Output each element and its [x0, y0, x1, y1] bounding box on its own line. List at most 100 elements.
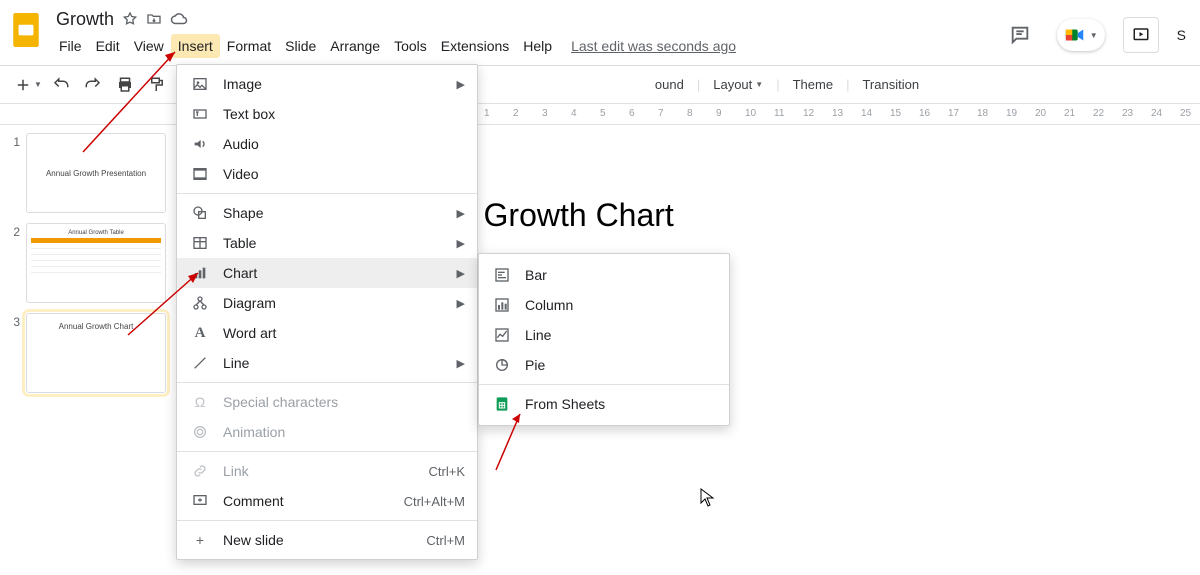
- chevron-down-icon[interactable]: ▼: [34, 80, 42, 89]
- comment-icon: [191, 493, 209, 509]
- insert-line[interactable]: Line▶: [177, 348, 477, 378]
- background-partial[interactable]: ound: [646, 73, 693, 96]
- horizontal-ruler[interactable]: 1 2 3 4 5 6 7 8 9 10 11 12 13 14 15 16 1…: [478, 104, 1200, 124]
- omega-icon: Ω: [191, 394, 209, 410]
- thumb-row-2[interactable]: 2 Annual Growth Table: [8, 223, 166, 303]
- layout-dropdown[interactable]: Layout▼: [704, 73, 772, 96]
- ruler-tick: 13: [832, 108, 843, 119]
- slides-logo[interactable]: [8, 6, 44, 54]
- slide-thumbnail[interactable]: Annual Growth Chart: [26, 313, 166, 393]
- comments-button[interactable]: [1001, 16, 1039, 54]
- header-right: ▼ S: [1001, 6, 1190, 54]
- line-icon: [191, 355, 209, 371]
- ruler-tick: 11: [774, 108, 784, 119]
- insert-new-slide[interactable]: +New slideCtrl+M: [177, 525, 477, 555]
- chart-icon: [191, 265, 209, 281]
- paint-format-button[interactable]: [144, 72, 170, 98]
- chart-column[interactable]: Column: [479, 290, 729, 320]
- insert-comment[interactable]: CommentCtrl+Alt+M: [177, 486, 477, 516]
- ruler-tick: 20: [1035, 108, 1046, 119]
- share-button-fragment[interactable]: S: [1177, 27, 1186, 43]
- menu-file[interactable]: File: [52, 34, 89, 58]
- table-icon: [191, 235, 209, 251]
- redo-button[interactable]: [80, 72, 106, 98]
- ruler-tick: 8: [687, 108, 693, 119]
- meet-button[interactable]: ▼: [1057, 19, 1105, 51]
- thumb-row-1[interactable]: 1 Annual Growth Presentation: [8, 133, 166, 213]
- ruler-tick: 9: [716, 108, 722, 119]
- ruler-tick: 19: [1006, 108, 1017, 119]
- chart-pie[interactable]: Pie: [479, 350, 729, 380]
- slide-thumbnail[interactable]: Annual Growth Presentation: [26, 133, 166, 213]
- slide-thumbnail[interactable]: Annual Growth Table: [26, 223, 166, 303]
- ruler-tick: 2: [513, 108, 519, 119]
- cloud-status-icon[interactable]: [170, 10, 188, 28]
- chart-from-sheets[interactable]: From Sheets: [479, 389, 729, 419]
- audio-icon: [191, 136, 209, 152]
- theme-button[interactable]: Theme: [784, 73, 842, 96]
- line-chart-icon: [493, 327, 511, 343]
- chart-bar[interactable]: Bar: [479, 260, 729, 290]
- last-edit-link[interactable]: Last edit was seconds ago: [571, 38, 736, 54]
- ruler-tick: 7: [658, 108, 664, 119]
- ruler-tick: 24: [1151, 108, 1162, 119]
- move-icon[interactable]: [146, 11, 162, 27]
- chevron-right-icon: ▶: [457, 78, 465, 91]
- present-button[interactable]: [1123, 17, 1159, 53]
- menu-bar: File Edit View Insert Format Slide Arran…: [52, 32, 1001, 60]
- insert-audio[interactable]: Audio: [177, 129, 477, 159]
- ruler-tick: 17: [948, 108, 959, 119]
- undo-button[interactable]: [48, 72, 74, 98]
- document-title[interactable]: Growth: [56, 9, 114, 30]
- insert-chart[interactable]: Chart▶: [177, 258, 477, 288]
- plus-icon: +: [191, 532, 209, 548]
- ruler-tick: 18: [977, 108, 988, 119]
- video-icon: [191, 166, 209, 182]
- header-main: Growth File Edit View Insert Format Slid…: [52, 6, 1001, 60]
- ruler-tick: 16: [919, 108, 930, 119]
- insert-shape[interactable]: Shape▶: [177, 198, 477, 228]
- menu-insert[interactable]: Insert: [171, 34, 220, 58]
- app-header: Growth File Edit View Insert Format Slid…: [0, 0, 1200, 65]
- pie-chart-icon: [493, 357, 511, 373]
- menu-help[interactable]: Help: [516, 34, 559, 58]
- menu-arrange[interactable]: Arrange: [323, 34, 387, 58]
- wordart-icon: A: [191, 325, 209, 342]
- insert-video[interactable]: Video: [177, 159, 477, 189]
- chart-submenu: Bar Column Line Pie From Sheets: [478, 253, 730, 426]
- new-slide-button[interactable]: [10, 72, 36, 98]
- chevron-down-icon: ▼: [1090, 31, 1098, 40]
- ruler-tick: 14: [861, 108, 872, 119]
- chevron-right-icon: ▶: [457, 237, 465, 250]
- column-chart-icon: [493, 297, 511, 313]
- print-button[interactable]: [112, 72, 138, 98]
- textbox-icon: [191, 106, 209, 122]
- insert-wordart[interactable]: AWord art: [177, 318, 477, 348]
- mouse-cursor-icon: [700, 488, 714, 511]
- bar-chart-icon: [493, 267, 511, 283]
- image-icon: [191, 76, 209, 92]
- transition-button[interactable]: Transition: [853, 73, 928, 96]
- diagram-icon: [191, 295, 209, 311]
- animation-icon: [191, 424, 209, 440]
- shape-icon: [191, 205, 209, 221]
- insert-link: LinkCtrl+K: [177, 456, 477, 486]
- menu-tools[interactable]: Tools: [387, 34, 434, 58]
- insert-image[interactable]: Image▶: [177, 69, 477, 99]
- insert-diagram[interactable]: Diagram▶: [177, 288, 477, 318]
- ruler-tick: 10: [745, 108, 756, 119]
- insert-textbox[interactable]: Text box: [177, 99, 477, 129]
- thumb-row-3[interactable]: 3 Annual Growth Chart: [8, 313, 166, 393]
- star-icon[interactable]: [122, 11, 138, 27]
- chart-line[interactable]: Line: [479, 320, 729, 350]
- menu-format[interactable]: Format: [220, 34, 278, 58]
- ruler-tick: 23: [1122, 108, 1133, 119]
- insert-dropdown-menu: Image▶ Text box Audio Video Shape▶ Table…: [176, 64, 478, 560]
- insert-table[interactable]: Table▶: [177, 228, 477, 258]
- ruler-tick: 25: [1180, 108, 1191, 119]
- menu-slide[interactable]: Slide: [278, 34, 323, 58]
- menu-edit[interactable]: Edit: [89, 34, 127, 58]
- menu-extensions[interactable]: Extensions: [434, 34, 516, 58]
- title-row: Growth: [52, 6, 1001, 32]
- menu-view[interactable]: View: [127, 34, 171, 58]
